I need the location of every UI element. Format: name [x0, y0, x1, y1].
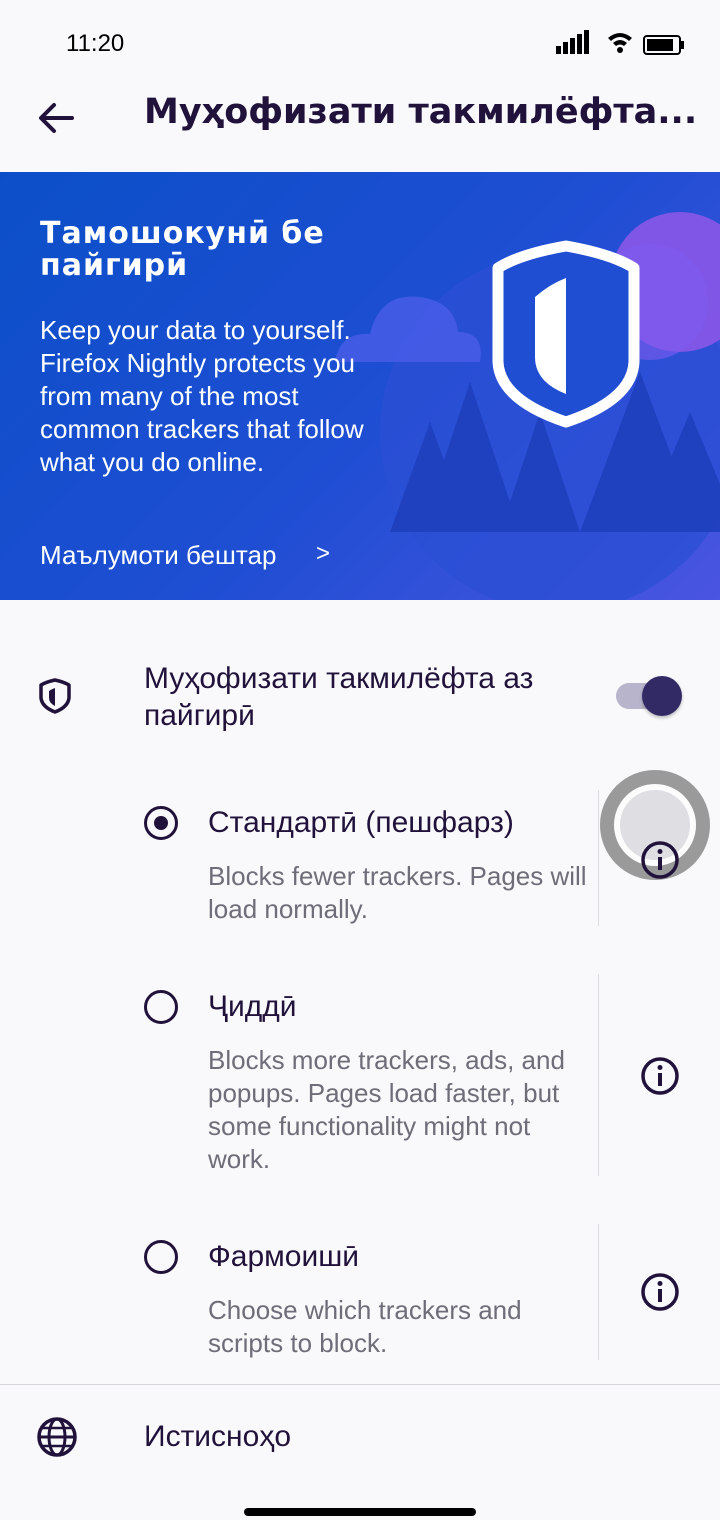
shield-icon: [39, 678, 71, 714]
globe-icon: [37, 1417, 77, 1457]
etp-toggle-switch[interactable]: [614, 674, 684, 718]
option-strict-label: Ҷиддӣ: [208, 990, 297, 1023]
battery-icon: [643, 35, 684, 55]
back-arrow-icon[interactable]: [34, 96, 78, 140]
onboarding-banner: Тамошокунӣ бе пайгирӣ Keep your data to …: [0, 172, 720, 600]
etp-label: Муҳофизати такмилёфта аз пайгирӣ: [144, 662, 534, 732]
touch-indicator: [600, 770, 710, 880]
option-strict[interactable]: Ҷиддӣ Blocks more trackers, ads, and pop…: [0, 974, 720, 1176]
option-custom-description: Choose which trackers and scripts to blo…: [208, 1295, 522, 1358]
option-custom-label: Фармоишӣ: [208, 1240, 360, 1273]
divider-vertical: [598, 974, 599, 1176]
wifi-icon: [608, 33, 632, 53]
divider-vertical: [598, 1224, 599, 1360]
radio-strict[interactable]: [144, 990, 178, 1024]
app-bar: Муҳофизати такмилёфта...: [0, 88, 720, 172]
toggle-thumb: [642, 676, 682, 716]
banner-description: Keep your data to yourself. Firefox Nigh…: [40, 315, 364, 477]
option-standard-description: Blocks fewer trackers. Pages will load n…: [208, 861, 587, 924]
shield-icon: [492, 240, 640, 428]
status-bar: 11:20: [0, 0, 720, 88]
divider-vertical: [598, 790, 599, 926]
status-time: 11:20: [66, 30, 125, 57]
info-icon[interactable]: [640, 840, 680, 880]
banner-title: Тамошокунӣ бе пайгирӣ: [40, 216, 325, 283]
etp-toggle-row[interactable]: Муҳофизати такмилёфта аз пайгирӣ: [0, 640, 720, 760]
page-title: Муҳофизати такмилёфта...: [144, 92, 698, 132]
info-icon[interactable]: [640, 1272, 680, 1312]
option-strict-description: Blocks more trackers, ads, and popups. P…: [208, 1045, 565, 1174]
exceptions-label: Истисноҳо: [144, 1420, 291, 1453]
signal-icon: [556, 30, 589, 54]
option-standard-label: Стандартӣ (пешфарз): [208, 806, 514, 839]
home-indicator[interactable]: [244, 1508, 476, 1516]
radio-standard[interactable]: [144, 806, 178, 840]
chevron-right-icon: >: [316, 540, 331, 567]
radio-custom[interactable]: [144, 1240, 178, 1274]
option-custom[interactable]: Фармоишӣ Choose which trackers and scrip…: [0, 1224, 720, 1364]
info-icon[interactable]: [640, 1056, 680, 1096]
section-divider: [0, 1384, 720, 1385]
exceptions-row[interactable]: Истисноҳо: [0, 1386, 720, 1486]
learn-more-link[interactable]: Маълумоти бештар: [40, 540, 276, 571]
status-icons: [556, 30, 684, 55]
